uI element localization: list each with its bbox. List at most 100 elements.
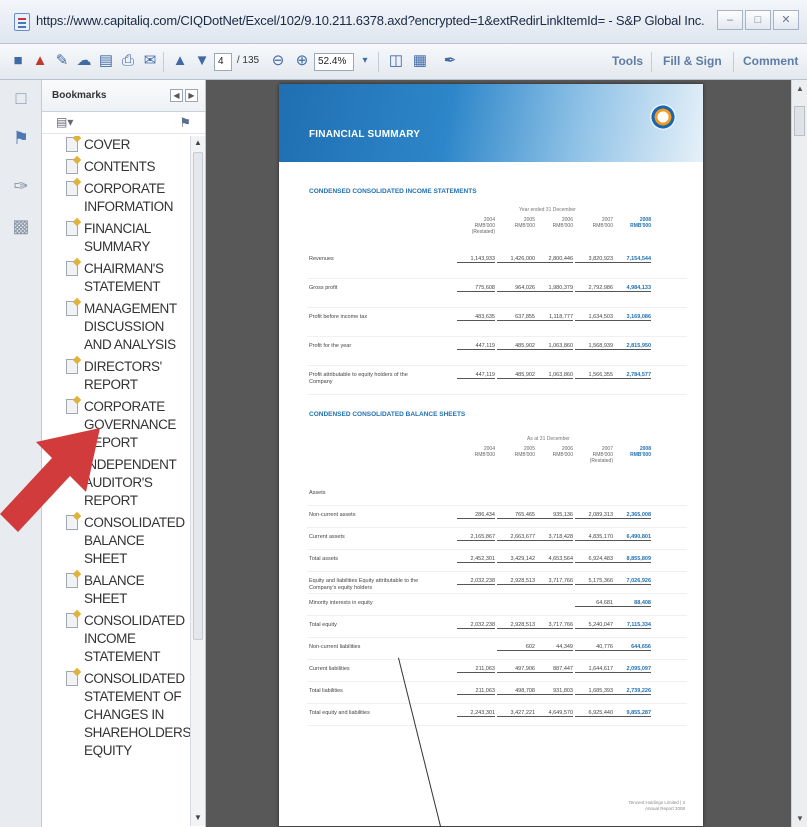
- table-cell: 485,902: [497, 343, 535, 350]
- table-row: Assets: [307, 484, 687, 506]
- home-icon[interactable]: ■: [8, 51, 28, 71]
- window-controls: – □ ✕: [717, 10, 799, 30]
- page-number-input[interactable]: 4: [214, 53, 232, 71]
- fill-sign-button[interactable]: Fill & Sign: [663, 54, 722, 68]
- table-cell: 5,175,366: [575, 578, 613, 585]
- previous-page-icon[interactable]: ▲: [170, 51, 190, 71]
- table-cell: 1,426,000: [497, 256, 535, 263]
- sign-icon[interactable]: ✒: [440, 51, 460, 71]
- scrollbar-thumb[interactable]: [193, 152, 203, 640]
- toolbar-separator: [733, 52, 734, 72]
- table-cell: 7,115,334: [613, 622, 651, 629]
- zoom-input[interactable]: 52.4%: [314, 53, 354, 71]
- table-cell: 497,906: [497, 666, 535, 673]
- email-icon[interactable]: ✉: [140, 51, 160, 71]
- bookmark-page-icon: [66, 671, 78, 686]
- table-row: Current assets 2,165,867 2,663,677 3,718,42…: [307, 528, 687, 550]
- next-page-icon[interactable]: ▼: [192, 51, 212, 71]
- table-cell: 40,776: [575, 644, 613, 651]
- scrollbar-thumb[interactable]: [794, 106, 805, 136]
- table-cell: 4,649,570: [535, 710, 573, 717]
- edit-icon[interactable]: ✎: [52, 51, 72, 71]
- bookmark-item[interactable]: COVER: [42, 136, 190, 154]
- table-cell: 4,653,564: [535, 556, 573, 563]
- bookmark-item[interactable]: CONSOLIDATED INCOME STATEMENT: [42, 612, 190, 666]
- table-row: Non-current assets 286,434 765,465 935,136 2…: [307, 506, 687, 528]
- scroll-down-icon[interactable]: ▼: [796, 814, 804, 823]
- bookmark-label: CORPORATE INFORMATION: [84, 181, 174, 214]
- table-cell: 286,434: [457, 512, 495, 519]
- bookmark-item[interactable]: FINANCIAL SUMMARY: [42, 220, 190, 256]
- bookmark-item[interactable]: BALANCE SHEET: [42, 572, 190, 608]
- bookmarks-icon[interactable]: ⚑: [11, 128, 31, 150]
- row-label: Gross profit: [309, 285, 338, 291]
- bookmark-page-icon: [66, 159, 78, 174]
- bookmark-item[interactable]: CORPORATE INFORMATION: [42, 180, 190, 216]
- row-label: Current assets: [309, 534, 345, 540]
- bookmark-item[interactable]: CONTENTS: [42, 158, 190, 176]
- print-icon[interactable]: ⎙: [118, 51, 138, 71]
- table-cell: 3,717,766: [535, 578, 573, 585]
- scroll-down-icon[interactable]: ▼: [194, 813, 202, 822]
- table-cell: 6,925,440: [575, 710, 613, 717]
- minimize-button[interactable]: –: [717, 10, 743, 30]
- table-row: Non-current liabilities 602 44,349 40,776 64…: [307, 638, 687, 660]
- table-cell: 2,815,950: [613, 343, 651, 350]
- toolbar-separator: [163, 52, 164, 72]
- bookmarks-scrollbar[interactable]: ▲ ▼: [190, 136, 205, 826]
- table-row: Profit before income tax 483,635 637,855 1,…: [307, 308, 687, 337]
- cloud-icon[interactable]: ☁: [74, 51, 94, 71]
- bookmark-item[interactable]: MANAGEMENT DISCUSSION AND ANALYSIS: [42, 300, 190, 354]
- bookmark-page-icon: [66, 221, 78, 236]
- window-titlebar: https://www.capitaliq.com/CIQDotNet/Exce…: [0, 0, 807, 44]
- fit-width-icon[interactable]: ▦: [410, 51, 430, 71]
- bookmark-item[interactable]: CHAIRMAN'S STATEMENT: [42, 260, 190, 296]
- panel-close-icon[interactable]: ▶: [185, 89, 198, 102]
- table-cell: 3,169,086: [613, 314, 651, 321]
- row-label: Total equity: [309, 622, 337, 628]
- scroll-up-icon[interactable]: ▲: [796, 84, 804, 93]
- bookmark-options-icon[interactable]: ▤▾: [56, 115, 73, 129]
- row-label: Revenues: [309, 256, 334, 262]
- restore-button[interactable]: □: [745, 10, 771, 30]
- document-scrollbar[interactable]: ▲ ▼: [791, 80, 807, 827]
- panel-options-icon[interactable]: ◀: [170, 89, 183, 102]
- bookmark-label: CONTENTS: [84, 159, 156, 174]
- column-header: 2008 RMB'000: [630, 446, 651, 458]
- column-header: 2004 RMB'000: [474, 446, 495, 458]
- table-cell: 1,566,355: [575, 372, 613, 379]
- bookmark-page-icon: [66, 359, 78, 374]
- column-header: 2006 RMB'000: [552, 217, 573, 229]
- table-cell: 1,644,617: [575, 666, 613, 673]
- fit-page-icon[interactable]: ◫: [386, 51, 406, 71]
- bookmark-page-icon: [66, 261, 78, 276]
- zoom-dropdown-icon[interactable]: ▾: [355, 51, 375, 71]
- row-label: Total liabilities: [309, 688, 343, 694]
- toolbar-separator: [651, 52, 652, 72]
- new-bookmark-icon[interactable]: ⚑: [179, 115, 191, 131]
- balance-sheet-heading: CONDENSED CONSOLIDATED BALANCE SHEETS: [309, 411, 466, 418]
- table-cell: 637,855: [497, 314, 535, 321]
- table-cell: 6,924,483: [575, 556, 613, 563]
- company-logo: [650, 104, 676, 130]
- bookmark-item[interactable]: CONSOLIDATED STATEMENT OF CHANGES IN SHA…: [42, 670, 190, 760]
- table-cell: 1,568,939: [575, 343, 613, 350]
- zoom-out-icon[interactable]: ⊖: [268, 51, 288, 71]
- row-label: Profit before income tax: [309, 314, 368, 320]
- save-icon[interactable]: ▤: [96, 51, 116, 71]
- bookmark-item[interactable]: DIRECTORS' REPORT: [42, 358, 190, 394]
- row-label: Non-current liabilities: [309, 644, 361, 650]
- tools-button[interactable]: Tools: [612, 54, 643, 68]
- income-statement-heading: CONDENSED CONSOLIDATED INCOME STATEMENTS: [309, 188, 477, 195]
- page-thumbnails-icon[interactable]: □: [11, 88, 31, 110]
- create-pdf-icon[interactable]: ▲: [30, 51, 50, 71]
- attachments-icon[interactable]: ✑: [11, 176, 31, 198]
- table-cell: 3,429,142: [497, 556, 535, 563]
- layers-icon[interactable]: ▩: [11, 216, 31, 238]
- row-label: Current liabilities: [309, 666, 350, 672]
- row-label: Minority interests in equity: [309, 600, 373, 606]
- scroll-up-icon[interactable]: ▲: [194, 138, 202, 147]
- comment-button[interactable]: Comment: [743, 54, 798, 68]
- zoom-in-icon[interactable]: ⊕: [292, 51, 312, 71]
- close-button[interactable]: ✕: [773, 10, 799, 30]
